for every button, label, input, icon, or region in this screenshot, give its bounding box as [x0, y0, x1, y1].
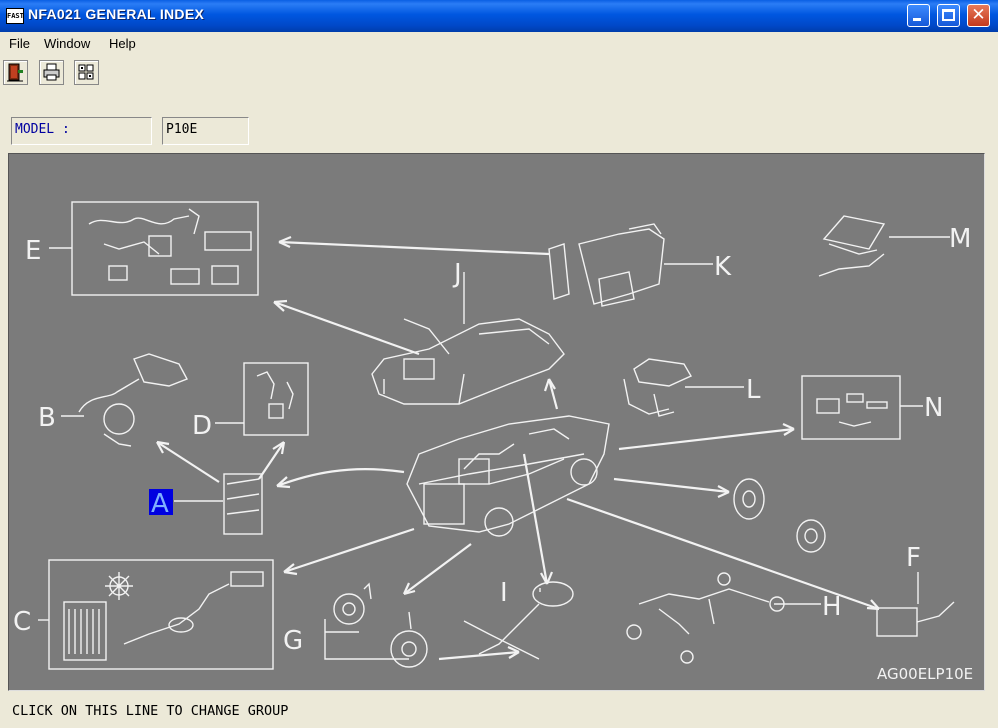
- toolbar: [0, 56, 998, 90]
- group-index-diagram[interactable]: E B D C G I J K L M N H F A AG00ELP10E: [8, 153, 985, 691]
- group-letter-l[interactable]: L: [746, 375, 761, 405]
- print-button[interactable]: [39, 60, 64, 85]
- exploded-parts-diagram: E B D C G I J K L M N H F A AG00ELP10E: [13, 201, 973, 683]
- menu-bar: File Window Help: [0, 32, 998, 54]
- group-letter-h[interactable]: H: [822, 592, 842, 622]
- doors-illustration: [548, 223, 665, 307]
- group-letter-b[interactable]: B: [38, 403, 56, 433]
- menu-help[interactable]: Help: [109, 36, 136, 51]
- menu-window[interactable]: Window: [44, 36, 90, 51]
- group-letter-i[interactable]: I: [500, 578, 508, 608]
- group-letter-j[interactable]: J: [452, 259, 462, 289]
- group-letter-a[interactable]: A: [151, 489, 169, 519]
- group-letter-m[interactable]: M: [949, 224, 971, 254]
- group-letter-g[interactable]: G: [283, 626, 303, 656]
- sunroof-illustration: [818, 215, 886, 277]
- engine-illustration: [223, 473, 263, 535]
- seats-illustration: [623, 358, 692, 417]
- title-bar[interactable]: FAST NFA021 GENERAL INDEX ✕: [0, 0, 998, 32]
- brakes-illustration: [333, 582, 428, 668]
- group-box-e[interactable]: [71, 201, 259, 296]
- group-box-c[interactable]: [48, 559, 274, 670]
- model-value-field: P10E: [162, 117, 249, 145]
- grid-view-button[interactable]: [74, 60, 99, 85]
- steering-illustration: [463, 581, 574, 660]
- group-arrows: [156, 235, 880, 661]
- sensors-illustration: [256, 371, 294, 419]
- change-group-line[interactable]: CLICK ON THIS LINE TO CHANGE GROUP: [12, 703, 288, 719]
- window-title: NFA021 GENERAL INDEX: [28, 6, 205, 22]
- status-bar[interactable]: CLICK ON THIS LINE TO CHANGE GROUP: [0, 697, 998, 728]
- maximize-icon: [942, 9, 955, 21]
- group-box-d[interactable]: [243, 362, 309, 436]
- exit-door-icon: [7, 63, 23, 82]
- model-label: MODEL :: [11, 117, 152, 145]
- app-icon[interactable]: FAST: [6, 8, 24, 24]
- close-icon: ✕: [971, 5, 986, 25]
- menu-file[interactable]: File: [9, 36, 30, 51]
- printer-icon: [43, 63, 60, 81]
- diagram-code: AG00ELP10E: [877, 665, 973, 683]
- group-letter-f[interactable]: F: [906, 543, 921, 573]
- wheel-hub-illustration: [733, 478, 955, 637]
- electrical-illustration: [88, 208, 252, 285]
- cooling-exhaust-illustration: [63, 571, 264, 661]
- group-letter-c[interactable]: C: [13, 607, 31, 637]
- group-letter-n[interactable]: N: [924, 393, 943, 423]
- minimize-icon: [913, 18, 921, 21]
- maximize-button[interactable]: [937, 4, 960, 27]
- fuel-system-illustration: [78, 353, 188, 447]
- group-letter-e[interactable]: E: [25, 236, 41, 266]
- minimize-button[interactable]: [907, 4, 930, 27]
- exit-button[interactable]: [3, 60, 28, 85]
- car-chassis-illustration: [406, 415, 610, 537]
- close-button[interactable]: ✕: [967, 4, 990, 27]
- trim-illustration: [816, 393, 888, 427]
- body-shell-illustration: [371, 318, 565, 405]
- group-letter-k[interactable]: K: [714, 252, 732, 282]
- harness-illustration: [626, 572, 785, 664]
- group-letter-d[interactable]: D: [192, 411, 212, 441]
- grid-icon: [78, 64, 94, 80]
